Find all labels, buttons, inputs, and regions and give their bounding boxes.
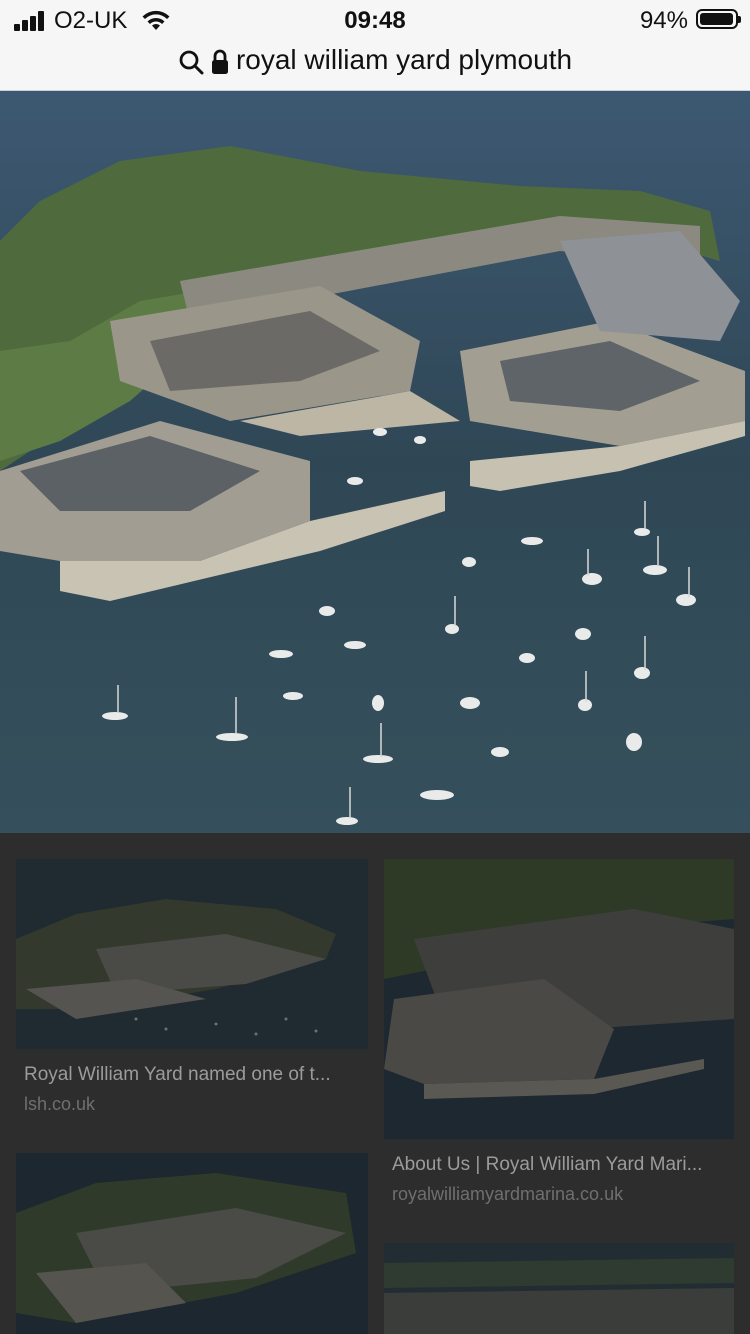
clock: 09:48 [344, 7, 406, 34]
result-source: royalwilliamyardmarina.co.uk [392, 1184, 624, 1204]
result-title[interactable]: Royal William Yard named one of t... [24, 1064, 364, 1086]
result-thumbnail[interactable] [384, 1243, 734, 1334]
search-icon [179, 50, 204, 75]
related-results: Royal William Yard named one of t... lsh… [0, 833, 750, 1334]
result-thumbnail[interactable] [16, 1153, 368, 1334]
result-thumbnail[interactable] [384, 859, 734, 1139]
result-source: lsh.co.uk [24, 1094, 96, 1114]
address-bar[interactable]: royal william yard plymouth [0, 40, 750, 91]
selected-image[interactable] [0, 91, 750, 833]
battery-icon [696, 9, 741, 29]
search-query: royal william yard plymouth [235, 44, 573, 75]
result-thumbnail[interactable] [16, 859, 368, 1049]
lock-icon [211, 49, 228, 74]
result-title[interactable]: About Us | Royal William Yard Mari... [392, 1154, 726, 1176]
status-bar: O2-UK 09:48 94% [0, 0, 750, 40]
battery-percentage: 94% [639, 7, 688, 34]
